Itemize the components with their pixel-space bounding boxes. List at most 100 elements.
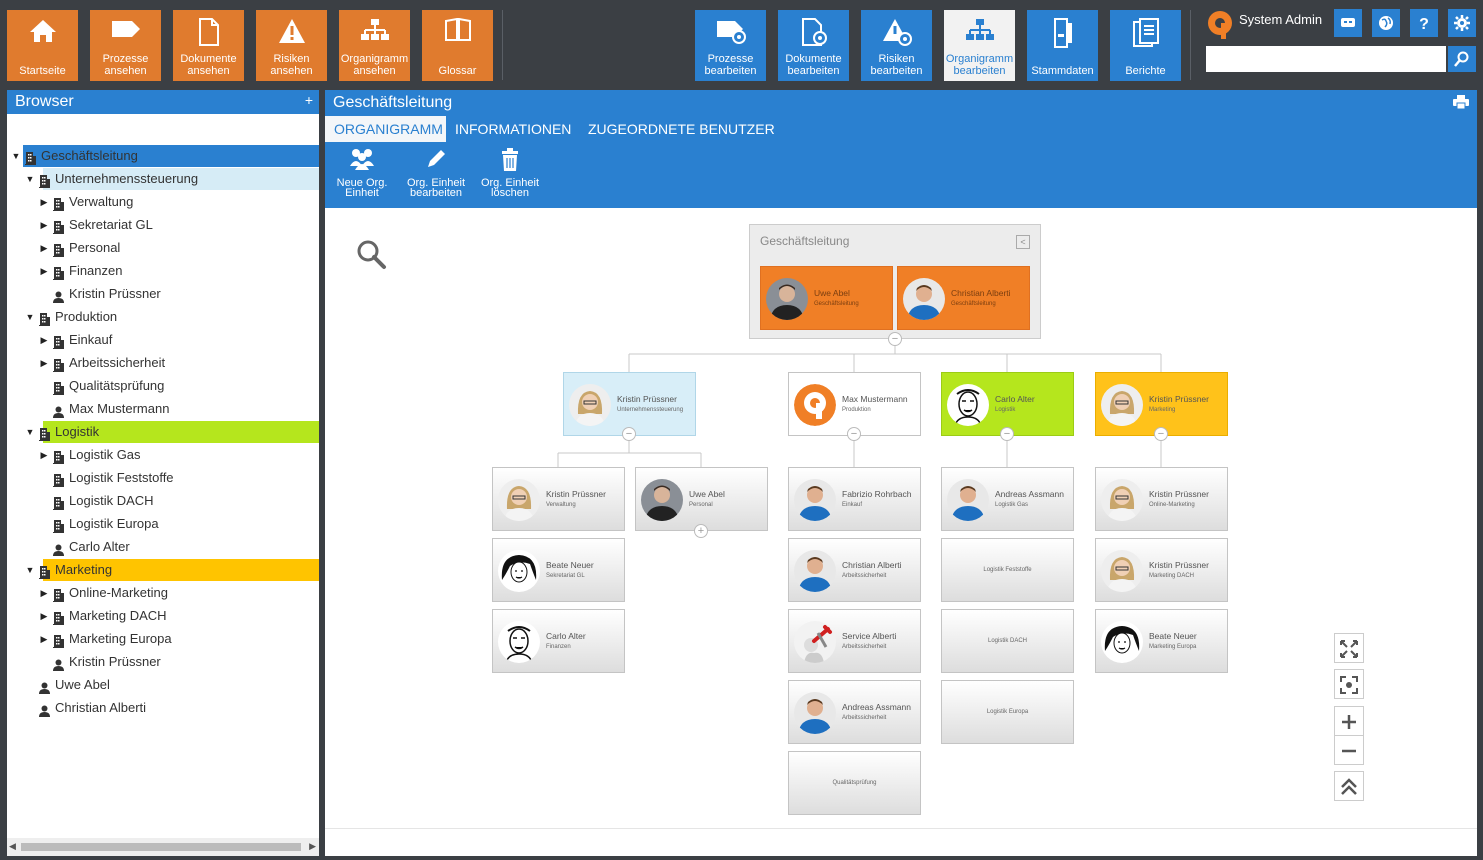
tree-item[interactable]: ▶ Arbeitssicherheit: [7, 352, 319, 374]
help-icon[interactable]: ?: [1410, 9, 1438, 37]
org-card[interactable]: Carlo Alter Finanzen: [492, 609, 625, 673]
org-card[interactable]: Fabrizio Rohrbach Einkauf: [788, 467, 921, 531]
tree-item[interactable]: ▶ Finanzen: [7, 260, 319, 282]
tree-item[interactable]: Uwe Abel: [7, 674, 319, 696]
tree-item[interactable]: ▶ Marketing Europa: [7, 628, 319, 650]
org-card[interactable]: Kristin Prüssner Verwaltung: [492, 467, 625, 531]
expand-toggle-icon[interactable]: ▼: [11, 145, 21, 167]
edit-button-4[interactable]: Stammdaten: [1027, 10, 1098, 81]
nav-button-4[interactable]: Organigramm ansehen: [339, 10, 410, 81]
fit-to-screen-icon[interactable]: [1334, 633, 1364, 663]
collapse-toggle-icon[interactable]: ▶: [39, 191, 49, 213]
scroll-right-icon[interactable]: ▶: [309, 841, 316, 852]
tree-item[interactable]: Logistik Europa: [7, 513, 319, 535]
tree-item[interactable]: ▼ Logistik: [7, 421, 319, 443]
delete-unit-button[interactable]: Org. Einheit löschen: [475, 148, 545, 199]
search-input[interactable]: [1206, 46, 1446, 72]
tree-item[interactable]: ▶ Personal: [7, 237, 319, 259]
org-card[interactable]: Logistik DACH: [941, 609, 1074, 673]
collapse-toggle-icon[interactable]: ▶: [39, 444, 49, 466]
new-unit-button[interactable]: Neue Org. Einheit: [327, 148, 397, 199]
org-card[interactable]: Andreas Assmann Arbeitssicherheit: [788, 680, 921, 744]
collapse-button[interactable]: −: [1154, 427, 1168, 441]
tree-item[interactable]: ▶ Online-Marketing: [7, 582, 319, 604]
collapse-root-button[interactable]: <: [1016, 235, 1030, 249]
org-chart-canvas[interactable]: Geschäftsleitung < Uwe Abel Geschäftsleit…: [325, 208, 1477, 828]
tree-item[interactable]: Kristin Prüssner: [7, 283, 319, 305]
tree-item[interactable]: Qualitätsprüfung: [7, 375, 319, 397]
nav-button-5[interactable]: Glossar: [422, 10, 493, 81]
zoom-out-icon[interactable]: [1334, 735, 1364, 765]
expand-toggle-icon[interactable]: ▼: [25, 306, 35, 328]
tree-item[interactable]: ▶ Verwaltung: [7, 191, 319, 213]
nav-button-3[interactable]: Risiken ansehen: [256, 10, 327, 81]
org-card[interactable]: Christian Alberti Geschäftsleitung: [897, 266, 1030, 330]
help-desk-icon[interactable]: [1334, 9, 1362, 37]
magnifier-icon[interactable]: [355, 238, 387, 275]
tree-item[interactable]: ▼ Geschäftsleitung: [7, 145, 319, 167]
collapse-toggle-icon[interactable]: ▶: [39, 628, 49, 650]
org-card[interactable]: Beate Neuer Marketing Europa: [1095, 609, 1228, 673]
collapse-toggle-icon[interactable]: ▶: [39, 582, 49, 604]
org-card[interactable]: Kristin Prüssner Marketing DACH: [1095, 538, 1228, 602]
edit-button-0[interactable]: Prozesse bearbeiten: [695, 10, 766, 81]
collapse-button[interactable]: −: [888, 332, 902, 346]
nav-button-0[interactable]: Startseite: [7, 10, 78, 81]
print-icon[interactable]: [1453, 95, 1469, 114]
center-view-icon[interactable]: [1334, 669, 1364, 699]
tree-item[interactable]: ▼ Produktion: [7, 306, 319, 328]
tree-item[interactable]: Kristin Prüssner: [7, 651, 319, 673]
settings-gear-icon[interactable]: [1448, 9, 1476, 37]
search-button[interactable]: [1448, 46, 1476, 72]
org-card[interactable]: Qualitätsprüfung: [788, 751, 921, 815]
scrollbar-thumb[interactable]: [21, 843, 301, 851]
nav-button-1[interactable]: Prozesse ansehen: [90, 10, 161, 81]
globe-icon[interactable]: [1372, 9, 1400, 37]
collapse-toggle-icon[interactable]: ▶: [39, 260, 49, 282]
org-card[interactable]: Beate Neuer Sekretariat GL: [492, 538, 625, 602]
expand-toggle-icon[interactable]: ▼: [25, 559, 35, 581]
tab-zugeordnete-benutzer[interactable]: ZUGEORDNETE BENUTZER: [579, 116, 784, 142]
edit-button-1[interactable]: Dokumente bearbeiten: [778, 10, 849, 81]
org-card[interactable]: Service Alberti Arbeitssicherheit: [788, 609, 921, 673]
org-card[interactable]: Uwe Abel Geschäftsleitung: [760, 266, 893, 330]
tree-item[interactable]: ▼ Unternehmenssteuerung: [7, 168, 319, 190]
horizontal-scrollbar[interactable]: ◀ ▶: [7, 838, 319, 856]
nav-button-2[interactable]: Dokumente ansehen: [173, 10, 244, 81]
edit-button-5[interactable]: Berichte: [1110, 10, 1181, 81]
collapse-toggle-icon[interactable]: ▶: [39, 352, 49, 374]
scroll-left-icon[interactable]: ◀: [9, 841, 16, 852]
tree-item[interactable]: ▶ Marketing DACH: [7, 605, 319, 627]
collapse-toggle-icon[interactable]: ▶: [39, 237, 49, 259]
collapse-button[interactable]: −: [1000, 427, 1014, 441]
collapse-toggle-icon[interactable]: ▶: [39, 329, 49, 351]
scroll-to-top-icon[interactable]: [1334, 771, 1364, 801]
tree-item[interactable]: Carlo Alter: [7, 536, 319, 558]
collapse-toggle-icon[interactable]: ▶: [39, 605, 49, 627]
tree-item[interactable]: Max Mustermann: [7, 398, 319, 420]
collapse-toggle-icon[interactable]: ▶: [39, 214, 49, 236]
tab-informationen[interactable]: INFORMATIONEN: [446, 116, 581, 142]
edit-button-2[interactable]: Risiken bearbeiten: [861, 10, 932, 81]
org-card[interactable]: Uwe Abel Personal: [635, 467, 768, 531]
org-card[interactable]: Logistik Feststoffe: [941, 538, 1074, 602]
zoom-in-icon[interactable]: [1334, 706, 1364, 736]
user-name[interactable]: System Admin: [1239, 12, 1322, 27]
edit-button-3[interactable]: Organigramm bearbeiten: [944, 10, 1015, 81]
add-button[interactable]: +: [305, 92, 313, 108]
org-card[interactable]: Christian Alberti Arbeitssicherheit: [788, 538, 921, 602]
tree-item[interactable]: ▶ Einkauf: [7, 329, 319, 351]
collapse-button[interactable]: −: [847, 427, 861, 441]
org-card[interactable]: Logistik Europa: [941, 680, 1074, 744]
tree-item[interactable]: Logistik DACH: [7, 490, 319, 512]
org-card[interactable]: Kristin Prüssner Online-Marketing: [1095, 467, 1228, 531]
tree-item[interactable]: ▼ Marketing: [7, 559, 319, 581]
expand-toggle-icon[interactable]: ▼: [25, 421, 35, 443]
expand-button[interactable]: +: [694, 524, 708, 538]
collapse-button[interactable]: −: [622, 427, 636, 441]
tree-item[interactable]: Logistik Feststoffe: [7, 467, 319, 489]
tree-item[interactable]: ▶ Sekretariat GL: [7, 214, 319, 236]
edit-unit-button[interactable]: Org. Einheit bearbeiten: [401, 148, 471, 199]
tree-item[interactable]: ▶ Logistik Gas: [7, 444, 319, 466]
org-card[interactable]: Andreas Assmann Logistik Gas: [941, 467, 1074, 531]
